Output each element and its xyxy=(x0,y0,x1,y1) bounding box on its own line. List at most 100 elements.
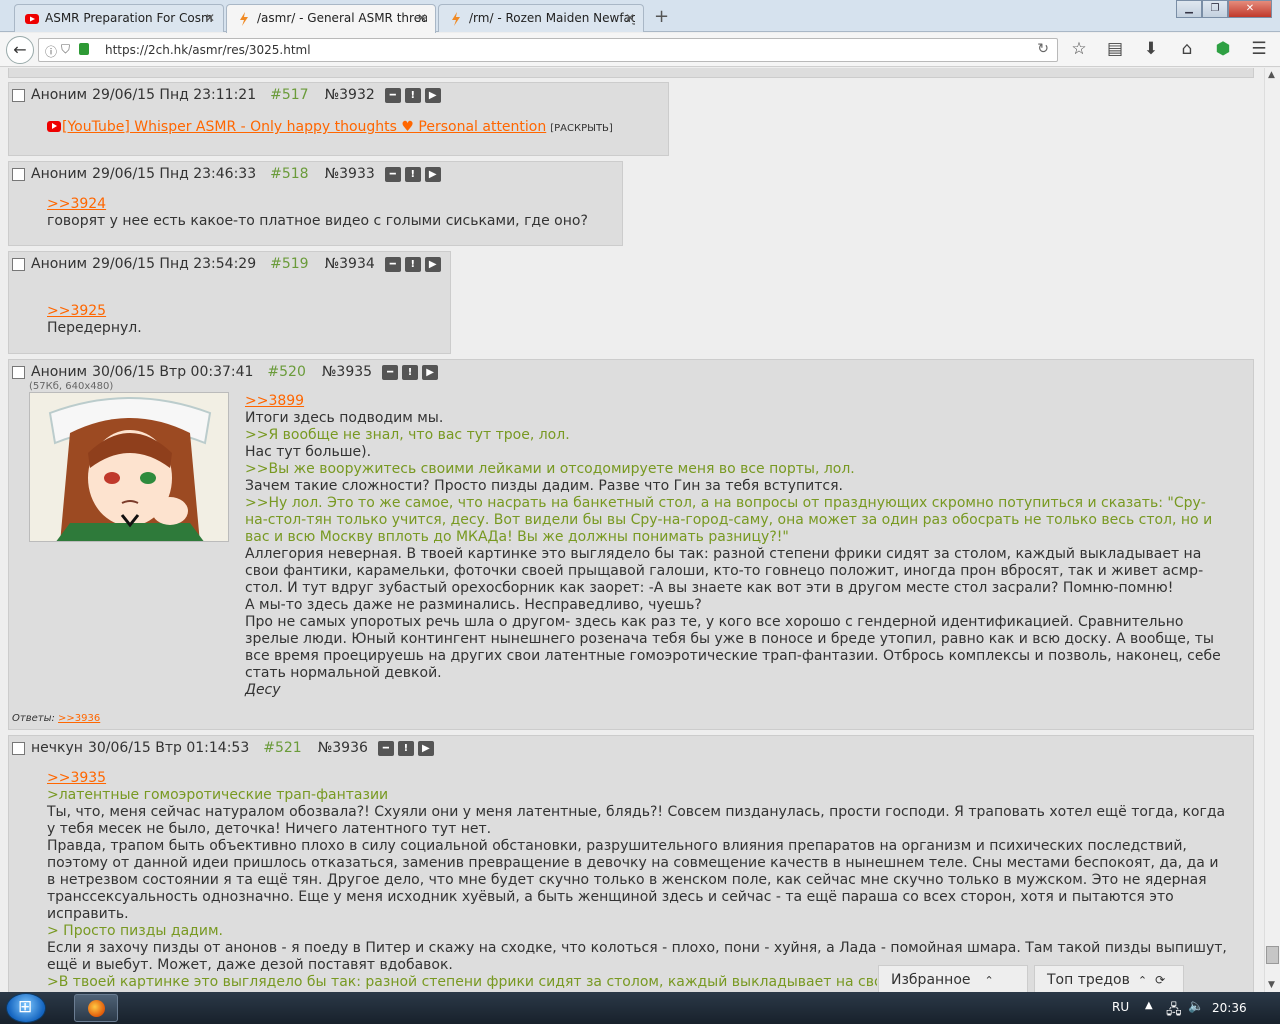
post-id[interactable]: №3936 xyxy=(318,740,368,756)
post-checkbox[interactable] xyxy=(12,88,25,102)
tray-expand-icon[interactable]: ▲ xyxy=(1145,1000,1153,1011)
language-indicator[interactable]: RU xyxy=(1112,1000,1129,1014)
post-checkbox[interactable] xyxy=(12,365,25,379)
report-icon[interactable]: ! xyxy=(402,364,419,380)
hide-icon[interactable]: ━ xyxy=(384,256,401,272)
hide-icon[interactable]: ━ xyxy=(384,166,401,182)
reply-link[interactable]: >>3925 xyxy=(47,303,142,320)
youtube-link[interactable]: [YouTube] Whisper ASMR - Only happy thou… xyxy=(62,119,546,135)
bookmark-star-icon[interactable]: ☆ xyxy=(1068,39,1090,59)
minimize-button[interactable]: ▁ xyxy=(1176,0,1202,18)
post-text: А мы-то здесь даже не разминались. Неспр… xyxy=(245,597,702,613)
post-actions: ━ ! ▶ xyxy=(377,740,434,756)
hide-icon[interactable]: ━ xyxy=(377,740,394,756)
window-close-button[interactable]: ✕ xyxy=(1228,0,1272,18)
reload-icon[interactable]: ↻ xyxy=(1037,41,1049,57)
report-icon[interactable]: ! xyxy=(404,166,421,182)
greentext-quote: >латентные гомоэротические трап-фантазии xyxy=(47,787,389,803)
play-icon[interactable]: ▶ xyxy=(424,87,441,103)
hide-icon[interactable]: ━ xyxy=(382,364,399,380)
play-icon[interactable]: ▶ xyxy=(424,166,441,182)
poster-name: Аноним xyxy=(31,256,88,272)
post-id[interactable]: №3933 xyxy=(325,166,375,182)
replies-label: Ответы: xyxy=(12,713,55,724)
close-icon[interactable]: ✕ xyxy=(417,11,427,25)
hide-icon[interactable]: ━ xyxy=(384,87,401,103)
post-number[interactable]: #519 xyxy=(270,256,308,272)
window-controls: ▁ ❐ ✕ xyxy=(1176,0,1272,18)
greentext-quote: >>Ну лол. Это то же самое, что насрать н… xyxy=(245,495,1213,545)
post-number[interactable]: #521 xyxy=(263,740,301,756)
post-text: Аллегория неверная. В твоей картинке это… xyxy=(245,546,1204,596)
post-text: Ты, что, меня сейчас натуралом обозвала?… xyxy=(47,804,1226,837)
reply-link[interactable]: >>3935 xyxy=(47,770,1227,787)
clock[interactable]: 20:36 xyxy=(1212,1001,1247,1015)
volume-icon[interactable]: 🔈 xyxy=(1188,999,1204,1014)
top-threads-button[interactable]: Топ тредов ⌃ ⟳ xyxy=(1034,965,1184,992)
post-3936: нечкун 30/06/15 Втр 01:14:53 #521 №3936 … xyxy=(8,735,1254,992)
reading-list-icon[interactable]: ▤ xyxy=(1104,39,1126,59)
tab-asmr-preparation[interactable]: ASMR Preparation For Cosm ✕ xyxy=(14,4,224,32)
youtube-icon xyxy=(47,121,61,132)
info-icon[interactable]: ⓘ xyxy=(45,43,57,60)
scroll-down-icon[interactable]: ▼ xyxy=(1268,980,1275,990)
post-number[interactable]: #520 xyxy=(267,364,305,380)
post-number[interactable]: #518 xyxy=(270,166,308,182)
menu-icon[interactable]: ☰ xyxy=(1248,39,1270,59)
home-icon[interactable]: ⌂ xyxy=(1176,39,1198,59)
back-button[interactable]: ← xyxy=(6,36,34,64)
scroll-thumb[interactable] xyxy=(1266,946,1279,964)
post-image-thumbnail[interactable] xyxy=(29,392,229,542)
post-text: Зачем такие сложности? Просто пизды дади… xyxy=(245,478,843,494)
post-checkbox[interactable] xyxy=(12,257,25,271)
poster-name: Аноним xyxy=(31,166,88,182)
play-icon[interactable]: ▶ xyxy=(422,364,439,380)
refresh-icon[interactable]: ⟳ xyxy=(1155,973,1165,987)
post-number[interactable]: #517 xyxy=(270,87,308,103)
post-text: Итоги здесь подводим мы. xyxy=(245,410,444,426)
network-icon[interactable]: 🖧 xyxy=(1166,999,1182,1023)
post-date: 30/06/15 Втр 00:37:41 xyxy=(92,364,254,380)
post-3933: Аноним 29/06/15 Пнд 23:46:33 #518 №3933 … xyxy=(8,161,623,246)
tab-title: ASMR Preparation For Cosm xyxy=(45,11,213,25)
tab-rozen-maiden[interactable]: /rm/ - Rozen Maiden Newfag ✕ xyxy=(438,4,644,32)
new-tab-button[interactable]: + xyxy=(654,6,669,27)
navigation-bar: ← ⓘ ⛉ https://2ch.hk/asmr/res/3025.html … xyxy=(0,33,1280,67)
start-button[interactable] xyxy=(6,993,46,1023)
post-3935: Аноним 30/06/15 Втр 00:37:41 #520 №3935 … xyxy=(8,359,1254,730)
download-icon[interactable]: ⬇ xyxy=(1140,39,1162,59)
shield-icon[interactable]: ⛉ xyxy=(61,42,70,57)
report-icon[interactable]: ! xyxy=(397,740,414,756)
post-checkbox[interactable] xyxy=(12,167,25,181)
report-icon[interactable]: ! xyxy=(404,87,421,103)
tab-asmr-general[interactable]: /asmr/ - General ASMR threa ✕ xyxy=(226,4,436,33)
reply-backlink[interactable]: >>3936 xyxy=(58,713,100,724)
scroll-up-icon[interactable]: ▲ xyxy=(1268,70,1275,80)
greentext-quote: > Просто пизды дадим. xyxy=(47,923,223,939)
top-threads-label: Топ тредов xyxy=(1047,972,1130,988)
play-icon[interactable]: ▶ xyxy=(417,740,434,756)
post-checkbox[interactable] xyxy=(12,741,25,755)
post-id[interactable]: №3932 xyxy=(325,87,375,103)
arrow-left-icon: ← xyxy=(13,40,27,59)
post-header: нечкун 30/06/15 Втр 01:14:53 #521 №3936 … xyxy=(12,739,434,757)
close-icon[interactable]: ✕ xyxy=(625,11,635,25)
post-id[interactable]: №3935 xyxy=(322,364,372,380)
close-icon[interactable]: ✕ xyxy=(205,11,215,25)
url-bar[interactable]: ⓘ ⛉ https://2ch.hk/asmr/res/3025.html ↻ xyxy=(38,38,1058,62)
reply-link[interactable]: >>3899 xyxy=(245,393,1225,410)
report-icon[interactable]: ! xyxy=(404,256,421,272)
firefox-taskbar-icon[interactable] xyxy=(74,994,118,1022)
play-icon[interactable]: ▶ xyxy=(424,256,441,272)
post-date: 30/06/15 Втр 01:14:53 xyxy=(87,740,250,756)
favorites-button[interactable]: Избранное ⌃ xyxy=(878,965,1028,992)
previous-post-edge xyxy=(8,68,1254,78)
extension-icon[interactable]: ⬢ xyxy=(1212,39,1234,59)
post-id[interactable]: №3934 xyxy=(325,256,375,272)
reply-link[interactable]: >>3924 xyxy=(47,196,588,213)
vertical-scrollbar[interactable]: ▲ ▼ xyxy=(1264,68,1280,992)
post-body: >>3935 >латентные гомоэротические трап-ф… xyxy=(47,770,1227,991)
expand-link[interactable]: [РАСКРЫТЬ] xyxy=(550,123,613,134)
maximize-button[interactable]: ❐ xyxy=(1202,0,1228,18)
url-text[interactable]: https://2ch.hk/asmr/res/3025.html xyxy=(105,43,311,57)
